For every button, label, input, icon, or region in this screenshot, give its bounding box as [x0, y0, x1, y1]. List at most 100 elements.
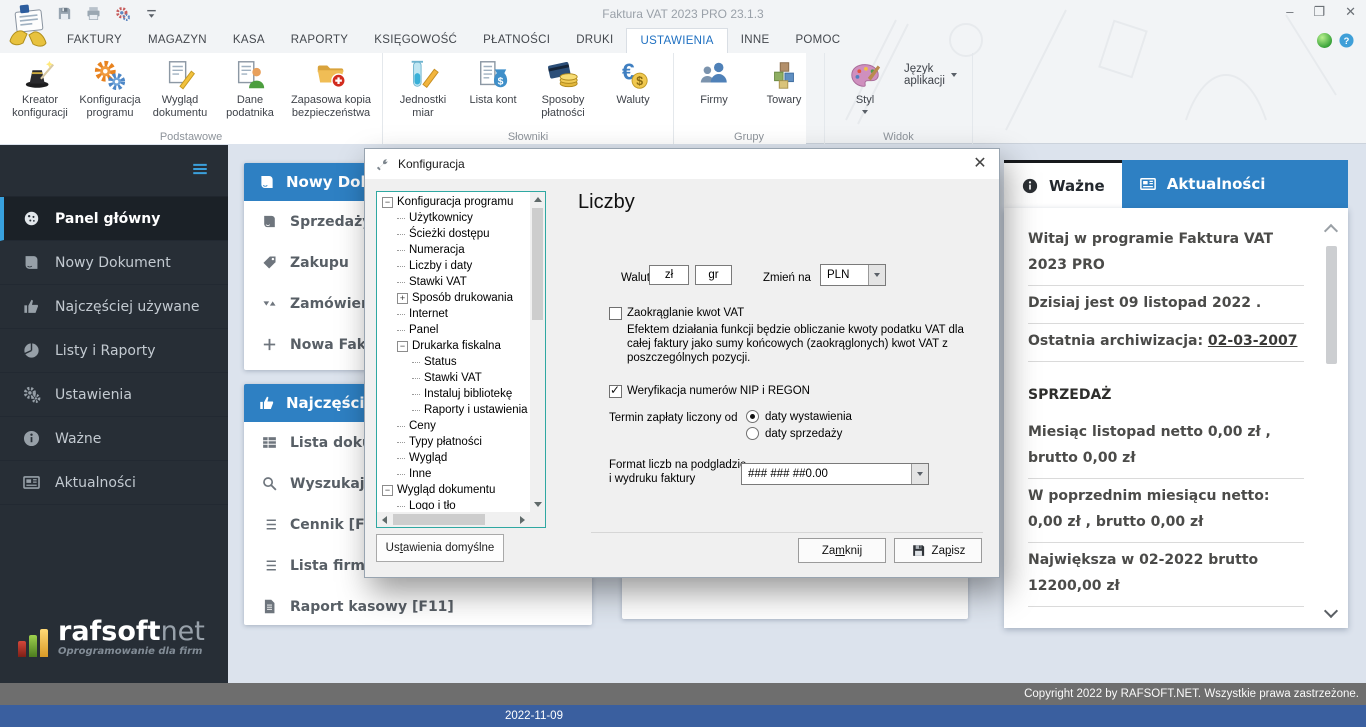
- tab-aktualnosci[interactable]: Aktualności: [1121, 160, 1348, 208]
- dialog-close-button[interactable]: ✕: [961, 149, 999, 179]
- minimize-button[interactable]: –: [1286, 4, 1293, 20]
- tree-item-wyglad-dokumentu[interactable]: − Wygląd dokumentu: [379, 482, 528, 498]
- sale-date-radio[interactable]: [746, 427, 759, 440]
- ribbon-jednostki-miar-button[interactable]: Jednostki miar: [388, 56, 458, 119]
- sidebar-item-najczesciej-uzywane[interactable]: Najczęściej używane: [0, 285, 228, 329]
- scroll-left-icon[interactable]: [382, 516, 387, 524]
- tab-raporty[interactable]: RAPORTY: [278, 28, 361, 53]
- tree-item-raporty-i-ustawienia[interactable]: Raporty i ustawienia: [379, 402, 528, 418]
- ribbon-zapasowa-kopia-bezpieczenstwa-button[interactable]: Zapasowa kopia bezpieczeństwa: [285, 56, 377, 119]
- scroll-down-icon[interactable]: [534, 502, 542, 507]
- currency-main-input[interactable]: [649, 265, 689, 285]
- close-dialog-button[interactable]: Zamknij: [798, 538, 886, 563]
- scroll-up-icon[interactable]: [1323, 223, 1339, 239]
- ribbon-sposoby-platnosci-button[interactable]: Sposoby płatności: [528, 56, 598, 119]
- tab-faktury[interactable]: FAKTURY: [54, 28, 135, 53]
- tree-item-konfiguracja-programu[interactable]: − Konfiguracja programu: [379, 194, 528, 210]
- settings-button[interactable]: [114, 5, 131, 22]
- sidebar-item-ustawienia[interactable]: Ustawienia: [0, 373, 228, 417]
- tree-item-drukarka-fiskalna[interactable]: − Drukarka fiskalna: [379, 338, 528, 354]
- info-panel-scrollbar[interactable]: [1323, 223, 1339, 619]
- tab-druki[interactable]: DRUKI: [563, 28, 626, 53]
- ribbon-kreator-konfiguracji-button[interactable]: Kreator konfiguracji: [5, 56, 75, 119]
- sidebar-item-listy-i-raporty[interactable]: Listy i Raporty: [0, 329, 228, 373]
- tab-ustawienia[interactable]: USTAWIENIA: [626, 28, 728, 53]
- tree-item-ceny[interactable]: Ceny: [379, 418, 528, 434]
- tab-platnosci[interactable]: PŁATNOŚCI: [470, 28, 563, 53]
- scroll-up-icon[interactable]: [534, 197, 542, 202]
- save-button[interactable]: [56, 5, 73, 22]
- tab-pomoc[interactable]: POMOC: [782, 28, 853, 53]
- tree-hscroll-thumb[interactable]: [393, 514, 485, 525]
- archive-date-link[interactable]: 02-03-2007: [1208, 333, 1298, 349]
- print-button[interactable]: [85, 5, 102, 22]
- tree-expand-box[interactable]: −: [382, 196, 393, 208]
- tab-wazne[interactable]: Ważne: [1004, 160, 1122, 208]
- tree-item-stawki-vat[interactable]: Stawki VAT: [379, 370, 528, 386]
- ribbon-jezyk-aplikacji-button[interactable]: Język aplikacji: [904, 63, 957, 87]
- tab-magazyn[interactable]: MAGAZYN: [135, 28, 220, 53]
- ribbon-konfiguracja-programu-button[interactable]: Konfiguracja programu: [75, 56, 145, 119]
- tree-item-sposob-drukowania[interactable]: + Sposób drukowania: [379, 290, 528, 306]
- tree-item-stawki-vat[interactable]: Stawki VAT: [379, 274, 528, 290]
- search-icon: [261, 475, 278, 492]
- ribbon-lista-kont-button[interactable]: $ Lista kont: [458, 56, 528, 119]
- tree-expand-box[interactable]: −: [382, 484, 393, 496]
- tree-item-instaluj-biblioteke[interactable]: Instaluj bibliotekę: [379, 386, 528, 402]
- ribbon-styl-button[interactable]: Styl: [830, 56, 900, 114]
- newspaper-icon: [1139, 175, 1157, 193]
- tree-vscroll-thumb[interactable]: [532, 208, 543, 320]
- tree-item-internet[interactable]: Internet: [379, 306, 528, 322]
- currency-sub-input[interactable]: [695, 265, 732, 285]
- number-format-select[interactable]: ### ### ##0.00: [741, 463, 929, 485]
- close-button[interactable]: ✕: [1345, 4, 1356, 20]
- defaults-button[interactable]: Ustawienia domyślne: [376, 534, 504, 562]
- tree-item-uzytkownicy[interactable]: Użytkownicy: [379, 210, 528, 226]
- tree-connector: [397, 329, 405, 331]
- ribbon-waluty-button[interactable]: € $ Waluty: [598, 56, 668, 119]
- ribbon-dane-podatnika-button[interactable]: Dane podatnika: [215, 56, 285, 119]
- tree-item-sciezki-dostepu[interactable]: Ścieżki dostępu: [379, 226, 528, 242]
- scroll-down-icon[interactable]: [1323, 603, 1339, 619]
- card-item-raport-kasowy-f11[interactable]: Raport kasowy [F11]: [244, 586, 592, 625]
- tree-vertical-scrollbar[interactable]: [530, 192, 545, 512]
- ribbon-firmy-button[interactable]: Firmy: [679, 56, 749, 107]
- tab-kasa[interactable]: KASA: [220, 28, 278, 53]
- currency-select[interactable]: PLN: [820, 264, 886, 286]
- scrollbar-thumb[interactable]: [1326, 246, 1337, 364]
- tab-ksiegowosc[interactable]: KSIĘGOWOŚĆ: [361, 28, 470, 53]
- nip-verification-checkbox[interactable]: [609, 383, 622, 398]
- maximize-button[interactable]: ❐: [1313, 4, 1325, 20]
- ribbon-wyglad-dokumentu-button[interactable]: Wygląd dokumentu: [145, 56, 215, 119]
- menu-toggle-button[interactable]: [189, 160, 211, 178]
- help-icon[interactable]: ?: [1339, 33, 1354, 48]
- save-button[interactable]: Zapisz: [894, 538, 982, 563]
- issue-date-radio[interactable]: [746, 410, 759, 423]
- scroll-right-icon[interactable]: [520, 516, 525, 524]
- tree-expand-box[interactable]: −: [397, 340, 408, 352]
- sidebar-item-wazne[interactable]: Ważne: [0, 417, 228, 461]
- dropdown-arrow-icon[interactable]: [868, 265, 885, 285]
- rounding-checkbox[interactable]: [609, 307, 622, 320]
- tree-item-inne[interactable]: Inne: [379, 466, 528, 482]
- number-format-label-line2: i wydruku faktury: [609, 473, 696, 485]
- sidebar-item-aktualnosci[interactable]: Aktualności: [0, 461, 228, 505]
- tree-horizontal-scrollbar[interactable]: [377, 512, 530, 527]
- window-controls: – ❐ ✕: [1286, 4, 1356, 20]
- dialog-title-bar[interactable]: Konfiguracja: [365, 149, 999, 179]
- tree-item-panel[interactable]: Panel: [379, 322, 528, 338]
- tree-item-numeracja[interactable]: Numeracja: [379, 242, 528, 258]
- tree-expand-box[interactable]: +: [397, 292, 408, 304]
- tab-inne[interactable]: INNE: [728, 28, 783, 53]
- tree-item-status[interactable]: Status: [379, 354, 528, 370]
- tree-item-liczby-i-daty[interactable]: Liczby i daty: [379, 258, 528, 274]
- connection-status-icon[interactable]: [1317, 33, 1332, 48]
- tree-item-wyglad[interactable]: Wygląd: [379, 450, 528, 466]
- dropdown-arrow-icon[interactable]: [911, 464, 928, 484]
- customize-toolbar-button[interactable]: [143, 5, 160, 22]
- sidebar-item-nowy-dokument[interactable]: Nowy Dokument: [0, 241, 228, 285]
- tree-item-logo-i-tlo[interactable]: Logo i tło: [379, 498, 528, 510]
- ribbon-towary-button[interactable]: Towary: [749, 56, 819, 107]
- sidebar-item-panel-glowny[interactable]: Panel główny: [0, 197, 228, 241]
- tree-item-typy-platnosci[interactable]: Typy płatności: [379, 434, 528, 450]
